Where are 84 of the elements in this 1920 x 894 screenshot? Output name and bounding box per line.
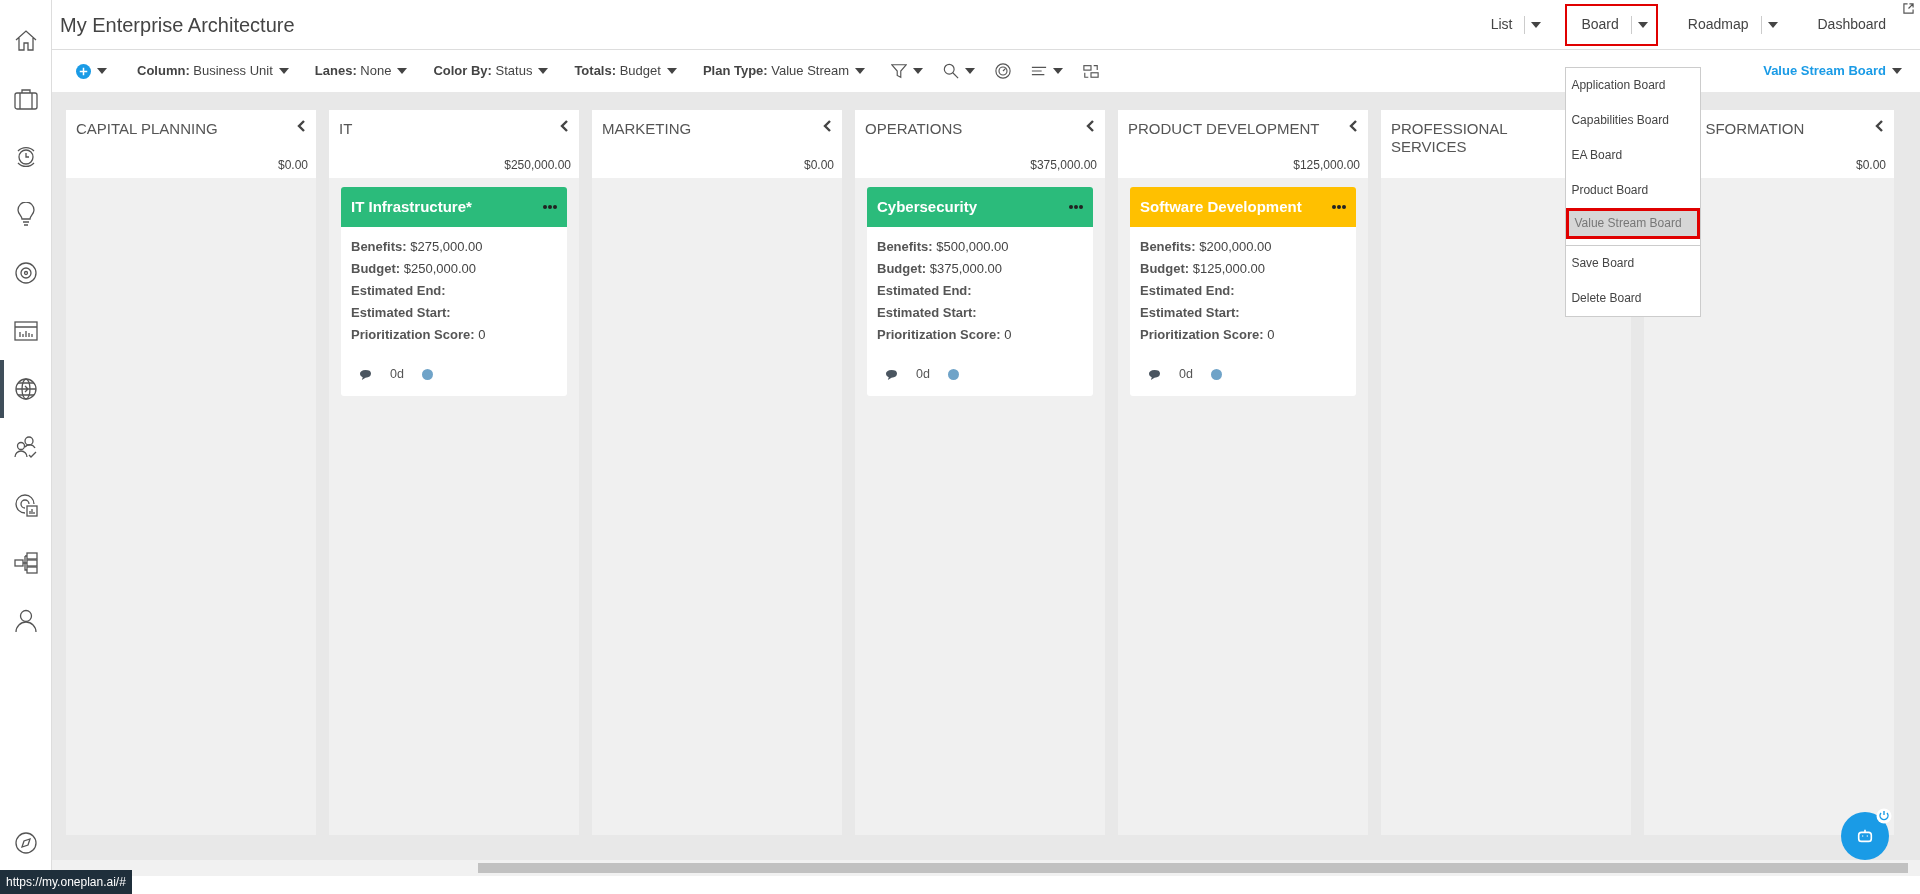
target-icon <box>12 260 39 286</box>
people-check-icon <box>12 434 39 460</box>
caret-icon <box>538 68 549 74</box>
filter-dropdown[interactable]: Totals: Budget <box>564 61 687 81</box>
collapse-icon[interactable] <box>1875 120 1884 132</box>
gauge-icon <box>995 63 1012 79</box>
card-field: Estimated Start: <box>877 304 1083 322</box>
view-tab[interactable]: Roadmap <box>1671 3 1788 46</box>
column-title: OPERATIONS <box>865 120 963 138</box>
comment-icon[interactable] <box>885 369 898 381</box>
card-field: Estimated End: <box>877 282 1083 300</box>
filter-dropdown[interactable]: Lanes: None <box>304 61 418 81</box>
card-field: Budget: $375,000.00 <box>877 260 1083 278</box>
column-title: IT <box>339 120 353 138</box>
column-title: MARKETING <box>602 120 692 138</box>
filter-icon <box>891 63 908 79</box>
column-title: PRODUCT DEVELOPMENT <box>1128 120 1320 138</box>
expand-icon[interactable] <box>1903 3 1914 14</box>
caret-icon <box>855 68 866 74</box>
globe-icon <box>12 376 39 402</box>
comment-icon[interactable] <box>1148 369 1161 381</box>
more-icon[interactable] <box>543 205 557 209</box>
column-title: CAPITAL PLANNING <box>76 120 218 138</box>
age-label: 0d <box>916 366 930 384</box>
briefcase-icon <box>12 86 39 112</box>
collapse-icon[interactable] <box>297 120 306 132</box>
power-icon <box>1876 808 1892 824</box>
card-title: Software Development <box>1140 196 1302 217</box>
caret-icon <box>397 68 408 74</box>
comment-icon[interactable] <box>359 369 372 381</box>
card-field: Budget: $125,000.00 <box>1140 260 1346 278</box>
chart-icon <box>12 318 39 344</box>
collapse-icon[interactable] <box>1349 120 1358 132</box>
page-title: My Enterprise Architecture <box>60 12 295 38</box>
more-icon[interactable] <box>1332 205 1346 209</box>
age-label: 0d <box>1179 366 1193 384</box>
caret-icon <box>1053 68 1064 74</box>
card-title: IT Infrastructure* <box>351 196 472 217</box>
card-field: Benefits: $500,000.00 <box>877 239 1083 256</box>
column-total: $0.00 <box>1855 157 1886 174</box>
caret-icon <box>965 68 976 74</box>
column-title: SFORMATION <box>1704 120 1805 138</box>
swap-icon <box>1083 63 1100 79</box>
collapse-icon[interactable] <box>560 120 569 132</box>
card-field: Prioritization Score: 0 <box>877 326 1083 344</box>
collapse-icon[interactable] <box>823 120 832 132</box>
column-total: $0.00 <box>277 157 308 174</box>
card-field: Benefits: $200,000.00 <box>1140 239 1346 256</box>
analytics-icon <box>12 492 39 518</box>
caret-icon <box>278 68 289 74</box>
card-field: Prioritization Score: 0 <box>351 326 557 344</box>
search-icon <box>943 63 960 79</box>
age-label: 0d <box>390 366 404 384</box>
hierarchy-icon <box>12 550 39 576</box>
view-tab[interactable]: Board <box>1565 3 1658 46</box>
card-field: Estimated Start: <box>1140 304 1346 322</box>
caret-icon <box>97 68 107 74</box>
filter-dropdown[interactable]: Color By: Status <box>423 61 559 81</box>
card-field: Estimated End: <box>1140 282 1346 300</box>
card-field: Estimated Start: <box>351 304 557 322</box>
caret-icon <box>913 68 924 74</box>
compass-icon <box>12 830 39 856</box>
collapse-icon[interactable] <box>1086 120 1095 132</box>
bot-icon <box>1856 827 1874 845</box>
column-total: $375,000.00 <box>1030 157 1097 174</box>
column-total: $0.00 <box>803 157 834 174</box>
more-icon[interactable] <box>1069 205 1083 209</box>
plus-icon <box>76 63 91 79</box>
column-title: PROFESSIONAL SERVICES <box>1391 120 1509 156</box>
card-field: Prioritization Score: 0 <box>1140 326 1346 344</box>
view-tab[interactable]: Dashboard <box>1801 3 1896 46</box>
card-field: Budget: $250,000.00 <box>351 260 557 278</box>
caret-icon <box>666 68 677 74</box>
status-url: https://my.oneplan.ai/# <box>0 870 132 894</box>
filter-dropdown[interactable]: Plan Type: Value Stream <box>692 61 876 81</box>
person-icon <box>12 608 39 634</box>
column-total: $250,000.00 <box>504 157 571 174</box>
card-title: Cybersecurity <box>877 196 978 217</box>
caret-icon <box>1892 68 1902 74</box>
card-field: Benefits: $275,000.00 <box>351 239 557 256</box>
filter-dropdown[interactable]: Column: Business Unit <box>127 61 299 81</box>
card-field: Estimated End: <box>351 282 557 300</box>
view-tab[interactable]: List <box>1474 3 1552 46</box>
column-total: $125,000.00 <box>1293 157 1360 174</box>
